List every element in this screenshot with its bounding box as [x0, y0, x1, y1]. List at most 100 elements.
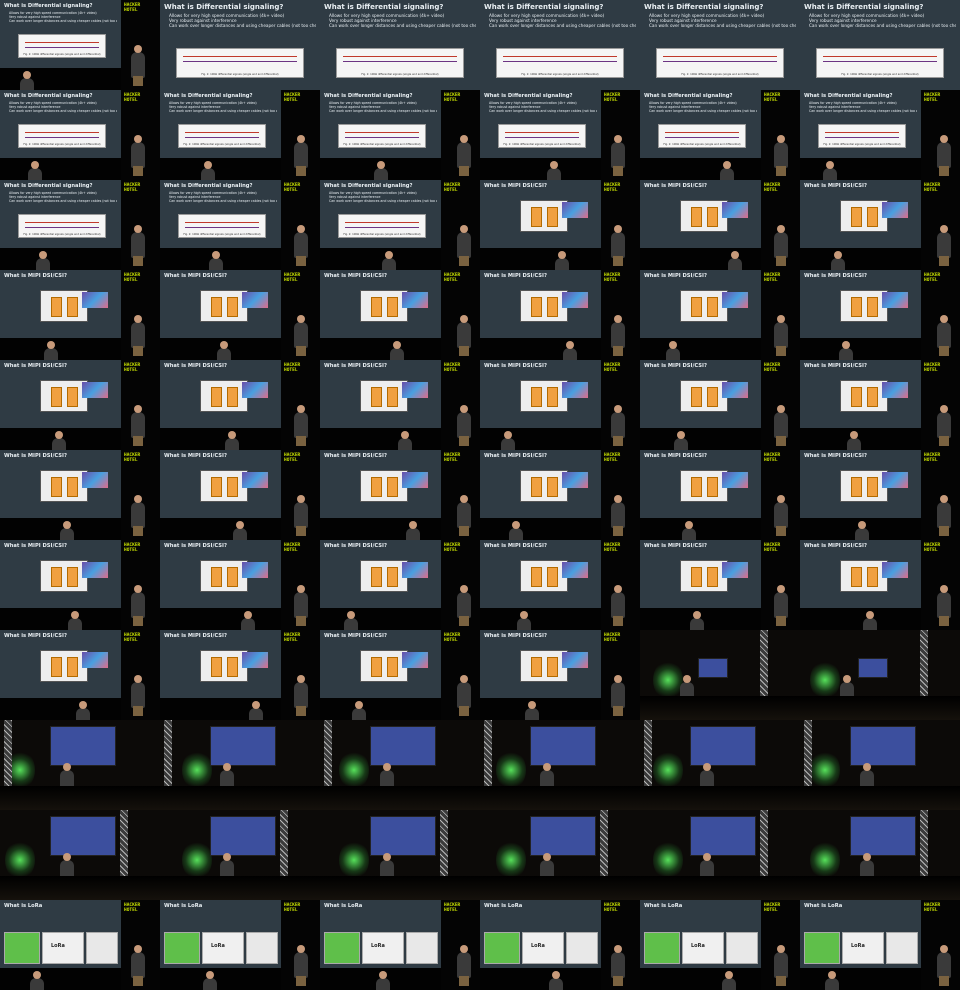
differential-waveform-figure: Fig. 2: 100Ω differential signals (singl…	[178, 214, 266, 238]
speaker-head	[385, 251, 393, 259]
hacker-hotel-logo: HACKER HOTEL	[284, 273, 316, 283]
slide-title: What is MIPI DSI/CSI?	[484, 453, 547, 459]
projection-screen	[50, 816, 116, 856]
slide-title: What is MIPI DSI/CSI?	[164, 273, 227, 279]
waveform-positive	[663, 56, 777, 57]
speaker-figure	[611, 675, 625, 716]
hacker-hotel-logo: HACKER HOTEL	[124, 183, 156, 193]
video-frame-thumbnail: What is MIPI DSI/CSI? HACKER HOTEL	[160, 540, 320, 630]
mipi-block-diagram	[40, 650, 88, 682]
mipi-device-block	[227, 477, 238, 497]
speaker-figure	[20, 71, 34, 90]
projection-screen	[370, 726, 436, 766]
logo-line-2: HOTEL	[284, 458, 298, 463]
stage-side-panel: HACKER HOTEL	[921, 270, 960, 360]
speaker-legs	[133, 976, 143, 986]
slide-title: What is MIPI DSI/CSI?	[324, 543, 387, 549]
stage-side-panel: HACKER HOTEL	[921, 540, 960, 630]
speaker-head	[731, 251, 739, 259]
speaker-figure	[525, 701, 539, 720]
mipi-device-block	[867, 387, 878, 407]
green-stage-light	[653, 750, 683, 790]
speaker-head	[347, 611, 355, 619]
waveform-negative	[665, 137, 739, 138]
speaker-head	[236, 521, 244, 529]
speaker-figure	[68, 611, 82, 630]
video-frame-thumbnail: What is LoRa LoRa HACKER HOTEL	[640, 900, 800, 990]
speaker-head	[134, 495, 142, 503]
stage-side-panel: HACKER HOTEL	[921, 900, 960, 990]
stage-side-panel: HACKER HOTEL	[761, 900, 800, 990]
hacker-hotel-logo: HACKER HOTEL	[124, 453, 156, 463]
lora-slide: What is LoRa LoRa	[160, 900, 281, 968]
speaker-legs	[613, 706, 623, 716]
waveform-negative	[505, 137, 579, 138]
speaker-figure	[131, 495, 145, 536]
mipi-device-block	[547, 207, 558, 227]
stage-side-panel: HACKER HOTEL	[601, 450, 640, 540]
stage-side-panel: HACKER HOTEL	[601, 540, 640, 630]
differential-waveform-figure: Fig. 2: 100Ω differential signals (singl…	[178, 124, 266, 148]
slide-title: What is MIPI DSI/CSI?	[804, 183, 867, 189]
mipi-block-diagram	[200, 650, 248, 682]
slide-title: What is MIPI DSI/CSI?	[4, 273, 67, 279]
green-stage-light	[339, 750, 369, 790]
stage-side-panel: HACKER HOTEL	[761, 180, 800, 270]
slide-title: What is MIPI DSI/CSI?	[484, 183, 547, 189]
display-panel-image	[882, 292, 908, 308]
logo-line-2: HOTEL	[764, 458, 778, 463]
speaker-legs	[613, 976, 623, 986]
mipi-host-block	[531, 567, 542, 587]
differential-waveform-figure: Fig. 2: 100Ω differential signals (singl…	[498, 124, 586, 148]
slide-title: What is Differential signaling?	[164, 3, 284, 11]
mipi-device-block	[387, 297, 398, 317]
waveform-positive	[25, 132, 99, 133]
slide-title: What is MIPI DSI/CSI?	[644, 273, 707, 279]
video-frame-thumbnail	[0, 720, 160, 810]
projection-screen	[690, 816, 756, 856]
stage-side-panel: HACKER HOTEL	[441, 630, 480, 720]
display-panel-image	[722, 382, 748, 398]
logo-line-2: HOTEL	[924, 278, 938, 283]
mipi-host-block	[371, 477, 382, 497]
speaker-figure	[823, 161, 837, 180]
hacker-hotel-logo: HACKER HOTEL	[124, 543, 156, 553]
mipi-slide: What is MIPI DSI/CSI?	[320, 540, 441, 608]
speaker-figure	[201, 161, 215, 180]
waveform-negative	[25, 47, 99, 48]
slide-title: What is MIPI DSI/CSI?	[4, 363, 67, 369]
stage-side-panel: HACKER HOTEL	[121, 270, 160, 360]
speaker-figure	[131, 225, 145, 266]
hacker-hotel-logo: HACKER HOTEL	[124, 273, 156, 283]
speaker-head	[777, 405, 785, 413]
mipi-slide: What is MIPI DSI/CSI?	[800, 360, 921, 428]
speaker-head	[134, 225, 142, 233]
lora-spectrum-image	[484, 932, 520, 964]
video-frame-thumbnail	[800, 720, 960, 810]
speaker-head	[33, 971, 41, 979]
stage-bottom-strip	[800, 428, 921, 450]
differential-waveform-figure: Fig. 2: 100Ω differential signals (singl…	[656, 48, 784, 78]
mipi-slide: What is MIPI DSI/CSI?	[800, 270, 921, 338]
speaker-figure	[76, 701, 90, 720]
stage-side-panel: HACKER HOTEL	[281, 180, 320, 270]
speaker-head	[552, 971, 560, 979]
waveform-positive	[343, 56, 457, 57]
stage-side-panel: HACKER HOTEL	[761, 450, 800, 540]
slide-bullet: Can work over longer distances and using…	[9, 109, 117, 113]
hacker-hotel-logo: HACKER HOTEL	[284, 903, 316, 913]
video-frame-thumbnail: What is Differential signaling? Allows fo…	[0, 180, 160, 270]
stage-side-panel: HACKER HOTEL	[121, 90, 160, 180]
speaker-head	[79, 701, 87, 709]
speaker-head	[940, 945, 948, 953]
speaker-figure	[209, 251, 223, 270]
speaker-head	[220, 341, 228, 349]
differential-slide: What is Differential signaling? Allows fo…	[0, 0, 121, 68]
speaker-head	[297, 945, 305, 953]
video-frame-thumbnail: What is LoRa LoRa HACKER HOTEL	[800, 900, 960, 990]
speaker-figure	[937, 315, 951, 356]
slide-title: What is Differential signaling?	[484, 93, 573, 99]
speaker-head	[460, 315, 468, 323]
slide-bullet: Can work over longer distances and using…	[649, 23, 796, 28]
stage-bottom-strip	[640, 248, 761, 270]
